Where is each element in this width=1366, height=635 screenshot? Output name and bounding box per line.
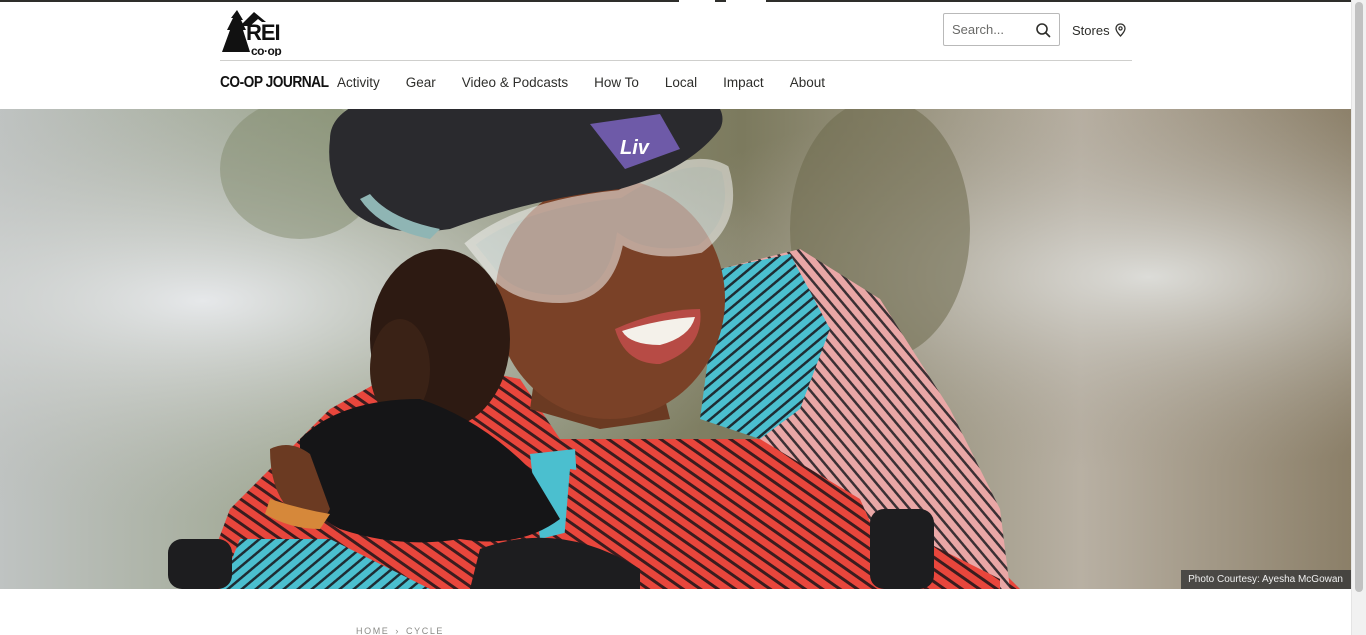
- map-pin-icon: [1114, 23, 1126, 37]
- main-nav: Activity Gear Video & Podcasts How To Lo…: [337, 75, 825, 90]
- search-box: [943, 13, 1060, 46]
- breadcrumb-separator: ›: [395, 626, 401, 635]
- photo-credit: Photo Courtesy: Ayesha McGowan: [1181, 570, 1351, 589]
- co-op-journal-link[interactable]: CO-OP JOURNAL: [220, 74, 329, 92]
- breadcrumb-home[interactable]: HOME: [356, 626, 389, 635]
- helmet-brand-label: Liv: [620, 137, 651, 159]
- search-icon[interactable]: [1035, 22, 1051, 38]
- breadcrumb: HOME › CYCLE: [356, 626, 444, 635]
- nav-item-video-podcasts[interactable]: Video & Podcasts: [462, 75, 568, 90]
- svg-text:co·op: co·op: [251, 44, 281, 56]
- nav-item-gear[interactable]: Gear: [406, 75, 436, 90]
- nav-item-how-to[interactable]: How To: [594, 75, 639, 90]
- rei-logo[interactable]: REI co·op: [220, 8, 292, 58]
- breadcrumb-cycle[interactable]: CYCLE: [406, 626, 444, 635]
- search-input[interactable]: [944, 14, 1032, 45]
- site-header: REI co·op Stores CO-OP JOURNAL Activity …: [220, 2, 1132, 109]
- nav-item-impact[interactable]: Impact: [723, 75, 764, 90]
- hero-image: Liv Photo Courtesy: Ayesha McGowan: [0, 109, 1351, 589]
- header-divider: [220, 60, 1132, 61]
- stores-label: Stores: [1072, 22, 1110, 38]
- scrollbar[interactable]: [1351, 0, 1366, 635]
- stores-link[interactable]: Stores: [1072, 20, 1126, 40]
- svg-text:REI: REI: [246, 20, 280, 45]
- nav-item-about[interactable]: About: [790, 75, 825, 90]
- scrollbar-thumb[interactable]: [1355, 2, 1363, 592]
- nav-item-activity[interactable]: Activity: [337, 75, 380, 90]
- nav-item-local[interactable]: Local: [665, 75, 697, 90]
